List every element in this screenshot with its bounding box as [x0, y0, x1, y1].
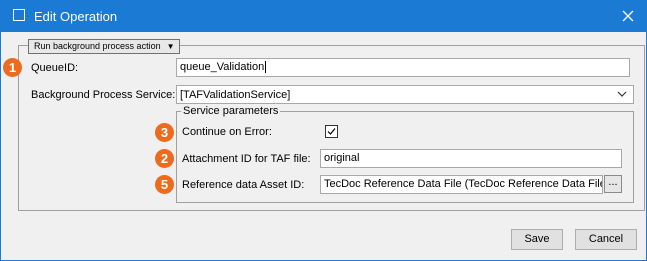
browse-button[interactable]: ... — [604, 175, 622, 193]
reference-asset-value: TecDoc Reference Data File (TecDoc Refer… — [324, 178, 603, 190]
attachment-id-value: original — [324, 152, 360, 164]
queue-id-value: queue_Validation — [180, 61, 265, 73]
attachment-id-input[interactable]: original — [320, 149, 622, 168]
step-badge-2: 2 — [155, 149, 174, 168]
close-icon — [622, 10, 634, 22]
checkmark-icon — [327, 128, 336, 135]
service-parameters-title: Service parameters — [181, 105, 281, 117]
caret-down-icon: ▼ — [166, 42, 175, 51]
chevron-down-icon — [617, 91, 627, 97]
bg-service-label: Background Process Service: — [31, 89, 176, 101]
continue-on-error-checkbox[interactable] — [325, 125, 338, 138]
window-icon — [13, 9, 25, 21]
step-badge-5: 5 — [155, 175, 174, 194]
bg-service-select[interactable]: [TAFValidationService] — [176, 85, 634, 104]
title-bar[interactable]: Edit Operation — [1, 1, 646, 32]
continue-on-error-label: Continue on Error: — [182, 126, 272, 138]
dialog-title: Edit Operation — [34, 9, 118, 24]
step-badge-3: 3 — [155, 123, 174, 142]
close-button[interactable] — [618, 6, 638, 26]
queue-id-label: QueueID: — [31, 62, 79, 74]
text-cursor — [265, 61, 267, 74]
action-type-label: Run background process action — [34, 41, 161, 51]
queue-id-input[interactable]: queue_Validation — [176, 58, 630, 77]
bg-service-value: [TAFValidationService] — [180, 89, 291, 101]
attachment-id-label: Attachment ID for TAF file: — [182, 153, 311, 165]
edit-operation-dialog: Edit Operation Run background process ac… — [0, 0, 647, 261]
save-button[interactable]: Save — [511, 229, 563, 250]
step-badge-1: 1 — [3, 58, 22, 77]
action-type-dropdown[interactable]: Run background process action ▼ — [28, 39, 180, 54]
reference-asset-label: Reference data Asset ID: — [182, 179, 305, 191]
cancel-button[interactable]: Cancel — [575, 229, 637, 250]
reference-asset-input[interactable]: TecDoc Reference Data File (TecDoc Refer… — [320, 175, 603, 194]
